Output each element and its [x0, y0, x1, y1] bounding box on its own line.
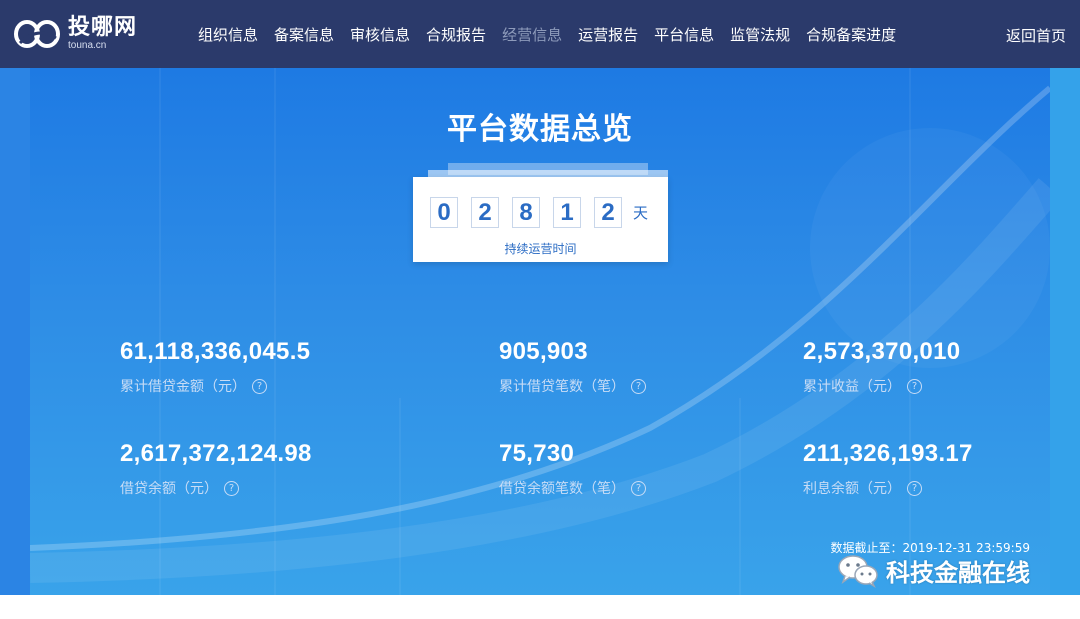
- nav-item-audit[interactable]: 审核信息: [350, 24, 410, 45]
- day-digit: 2: [471, 197, 499, 228]
- stat-loan-balance-count: 75,730 借贷余额笔数（笔）?: [499, 440, 646, 498]
- wechat-watermark: 科技金融在线: [836, 552, 1030, 588]
- day-digit: 8: [512, 197, 540, 228]
- overview-panel: 平台数据总览 0 2 8 1 2 天 持续运营时间 61,118,336,045…: [30, 68, 1050, 595]
- stat-value: 905,903: [499, 338, 588, 365]
- brand-domain: touna.cn: [68, 40, 107, 51]
- day-digit: 2: [594, 197, 622, 228]
- nav-menu: 组织信息 备案信息 审核信息 合规报告 经营信息 运营报告 平台信息 监管法规 …: [190, 0, 904, 68]
- stat-label: 借贷余额（元）: [120, 481, 218, 497]
- brand-name: 投哪网: [68, 15, 138, 40]
- help-icon[interactable]: ?: [224, 480, 239, 496]
- overview-title: 平台数据总览: [447, 112, 633, 147]
- stat-loan-balance: 2,617,372,124.98 借贷余额（元）?: [120, 440, 312, 498]
- stat-label: 累计收益（元）: [803, 379, 901, 395]
- help-icon[interactable]: ?: [907, 378, 922, 394]
- day-digit: 1: [553, 197, 581, 228]
- stat-value: 61,118,336,045.5: [120, 338, 311, 365]
- stat-value: 2,617,372,124.98: [120, 440, 312, 467]
- nav-item-business-info[interactable]: 经营信息: [502, 24, 562, 45]
- nav-item-filing[interactable]: 备案信息: [274, 24, 334, 45]
- stat-value: 2,573,370,010: [803, 338, 961, 365]
- help-icon[interactable]: ?: [907, 480, 922, 496]
- stat-label: 利息余额（元）: [803, 481, 901, 497]
- operation-days-counter: 0 2 8 1 2 天 持续运营时间: [413, 177, 668, 262]
- top-nav: 投哪网 touna.cn 组织信息 备案信息 审核信息 合规报告 经营信息 运营…: [0, 0, 1080, 68]
- stat-total-earnings: 2,573,370,010 累计收益（元）?: [803, 338, 960, 396]
- stat-interest-balance: 211,326,193.17 利息余额（元）?: [803, 440, 973, 498]
- watermark-text: 科技金融在线: [886, 558, 1030, 587]
- help-icon[interactable]: ?: [631, 378, 646, 394]
- operation-days-label: 持续运营时间: [504, 242, 577, 256]
- help-icon[interactable]: ?: [631, 480, 646, 496]
- stat-value: 211,326,193.17: [803, 440, 973, 467]
- nav-item-platform-info[interactable]: 平台信息: [654, 24, 714, 45]
- help-icon[interactable]: ?: [252, 378, 267, 394]
- day-digit: 0: [430, 197, 458, 228]
- logo-infinity-icon: [14, 20, 60, 48]
- nav-item-filing-progress[interactable]: 合规备案进度: [806, 24, 896, 45]
- hero-left-edge: [0, 68, 30, 595]
- stat-label: 借贷余额笔数（笔）: [499, 481, 625, 497]
- stat-total-loan-count: 905,903 累计借贷笔数（笔）?: [499, 338, 646, 396]
- stat-label: 累计借贷笔数（笔）: [499, 379, 625, 395]
- brand-logo[interactable]: 投哪网 touna.cn: [12, 14, 137, 54]
- stat-value: 75,730: [499, 440, 575, 467]
- stat-total-loan-amount: 61,118,336,045.5 累计借贷金额（元）?: [120, 338, 310, 396]
- wechat-icon: [838, 555, 878, 588]
- nav-item-compliance-report[interactable]: 合规报告: [426, 24, 486, 45]
- back-home-link[interactable]: 返回首页: [1006, 25, 1066, 46]
- stat-label: 累计借贷金额（元）: [120, 379, 246, 395]
- nav-item-organization[interactable]: 组织信息: [198, 24, 258, 45]
- hero-right-edge: [1050, 68, 1080, 595]
- nav-item-regulations[interactable]: 监管法规: [730, 24, 790, 45]
- nav-item-operation-report[interactable]: 运营报告: [578, 24, 638, 45]
- day-unit: 天: [633, 204, 649, 222]
